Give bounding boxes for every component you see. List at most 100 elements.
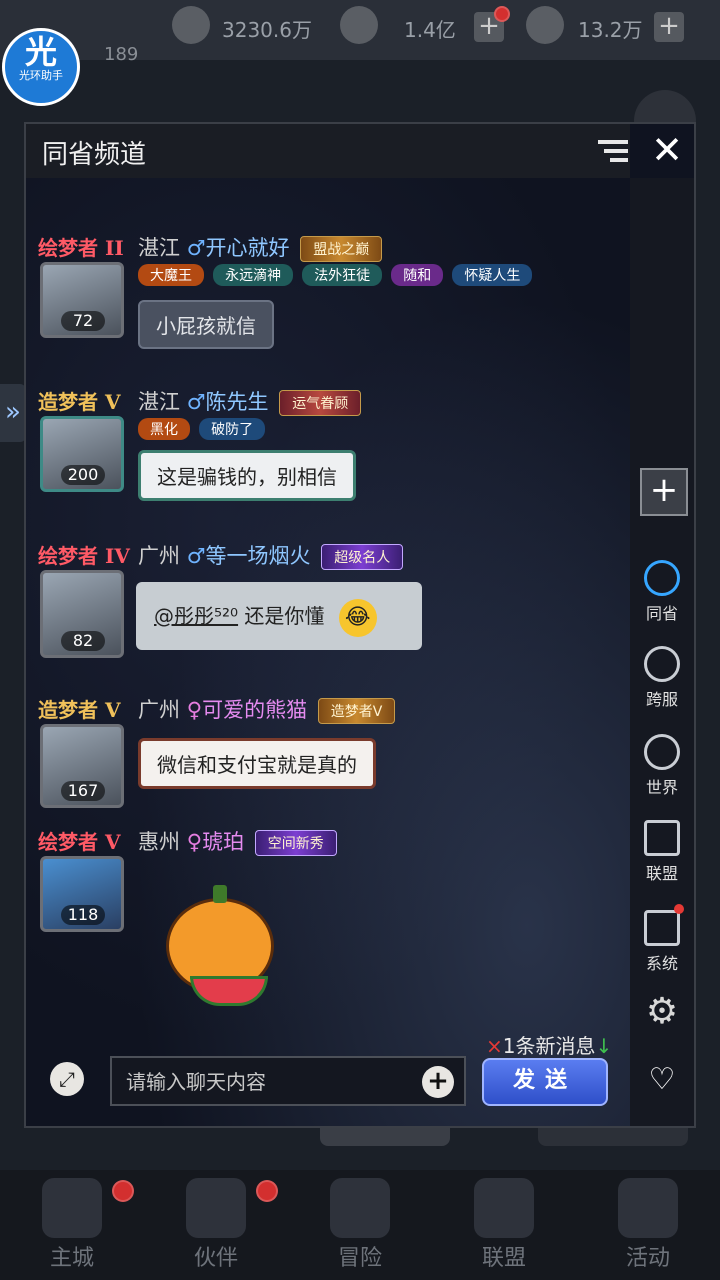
tag: 大魔王: [138, 264, 204, 286]
city: 湛江: [138, 390, 180, 414]
tag: 黑化: [138, 418, 190, 440]
tag: 破防了: [199, 418, 266, 440]
female-icon: ♀: [186, 698, 203, 722]
username[interactable]: 开心就好: [206, 236, 290, 260]
sword-icon: [172, 6, 210, 44]
username[interactable]: 可爱的熊猫: [202, 698, 307, 722]
gold-value: 1.4亿: [404, 18, 456, 42]
tab-label: 跨服: [645, 690, 678, 709]
rank-label: 绘梦者 II: [38, 236, 124, 260]
avatar-level: 167: [61, 781, 105, 801]
message-bubble[interactable]: 微信和支付宝就是真的: [138, 738, 376, 789]
add-diamond-button[interactable]: +: [654, 12, 684, 42]
avatar[interactable]: 200: [40, 416, 124, 492]
avatar[interactable]: 167: [40, 724, 124, 808]
city: 广州: [138, 544, 180, 568]
title-badge: 超级名人: [321, 544, 404, 570]
megaphone-icon: [644, 910, 680, 946]
tab-cross-server[interactable]: 跨服: [634, 646, 690, 710]
add-attachment-icon[interactable]: +: [422, 1066, 454, 1098]
notification-dot: [112, 1180, 134, 1202]
tab-label: 世界: [645, 778, 678, 797]
avatar[interactable]: 72: [40, 262, 124, 338]
tab-system[interactable]: 系统: [634, 910, 690, 974]
panel-header: 同省频道: [26, 124, 630, 178]
halo-assistant-button[interactable]: 光 光环助手: [2, 28, 80, 106]
chat-bubble-heart-icon[interactable]: ♡: [642, 1062, 682, 1098]
banner-icon: [644, 820, 680, 856]
diamond-icon: [526, 6, 564, 44]
avatar[interactable]: 82: [40, 570, 124, 658]
message-bubble[interactable]: 这是骗钱的，别相信: [138, 450, 356, 501]
sender-line: 广州 ♂等一场烟火 超级名人: [138, 540, 404, 570]
gear-icon[interactable]: ⚙: [642, 992, 682, 1032]
tab-label: 伙伴: [193, 1246, 238, 1271]
sender-line: 惠州 ♀琥珀 空间新秀: [138, 826, 337, 856]
drag-handle: [538, 1128, 688, 1146]
message-bubble[interactable]: 小屁孩就信: [138, 300, 274, 349]
tab-same-province[interactable]: 同省: [634, 560, 690, 624]
tab-events[interactable]: 活动: [576, 1170, 720, 1280]
send-button[interactable]: 发送: [482, 1058, 608, 1106]
username[interactable]: 琥珀: [202, 830, 244, 854]
castle-icon: [42, 1178, 102, 1238]
username[interactable]: 等一场烟火: [206, 544, 311, 568]
filter-menu-icon[interactable]: [598, 140, 628, 162]
location-pin-icon: [644, 560, 680, 596]
compass-rose-icon: [330, 1178, 390, 1238]
tab-label: 联盟: [481, 1246, 526, 1271]
male-icon: ♂: [186, 544, 206, 568]
planet-icon: [644, 646, 680, 682]
notification-dot: [256, 1180, 278, 1202]
title-badge: 盟战之巅: [300, 236, 383, 262]
expand-left-arrow[interactable]: »: [0, 384, 26, 442]
city: 广州: [138, 698, 180, 722]
pumpkin-sticker[interactable]: [166, 885, 276, 1010]
rank-label: 造梦者 V: [38, 698, 121, 722]
tab-label: 系统: [645, 954, 678, 973]
sender-line: 湛江 ♂陈先生 运气眷顾: [138, 386, 362, 416]
city: 湛江: [138, 236, 180, 260]
username[interactable]: 陈先生: [206, 390, 269, 414]
dismiss-icon[interactable]: ×: [486, 1034, 503, 1058]
rank-label: 绘梦者 IV: [38, 544, 130, 568]
helper-label: 光环助手: [19, 69, 63, 82]
tag: 随和: [391, 264, 444, 286]
chat-input-box: +: [110, 1056, 466, 1106]
chat-panel: 同省频道 ✕ 绘梦者 II 72 湛江 ♂开心就好 盟战之巅 大魔王 永远滴神 …: [24, 122, 696, 1128]
avatar-level: 118: [61, 905, 105, 925]
tag-list: 黑化 破防了: [138, 418, 269, 440]
tab-label: 活动: [625, 1246, 670, 1271]
avatar-level: 82: [61, 631, 105, 651]
male-icon: ♂: [186, 390, 206, 414]
close-icon[interactable]: ✕: [646, 130, 688, 172]
tab-label: 同省: [645, 604, 678, 623]
resource-bar: 3230.6万 1.4亿 + 13.2万 + 189: [0, 0, 720, 65]
gold-coin-icon: [340, 6, 378, 44]
witch-hat-icon: [186, 1178, 246, 1238]
add-channel-button[interactable]: +: [640, 468, 688, 516]
tab-world[interactable]: 世界: [634, 734, 690, 798]
chat-input[interactable]: [124, 1066, 418, 1098]
mention-link[interactable]: @彤彤⁵²⁰: [154, 604, 238, 628]
tab-adventure[interactable]: 冒险: [288, 1170, 432, 1280]
expand-icon[interactable]: ⤢: [50, 1062, 84, 1096]
tag: 法外狂徒: [302, 264, 383, 286]
tab-label: 冒险: [337, 1246, 382, 1271]
city: 惠州: [138, 830, 180, 854]
sender-line: 湛江 ♂开心就好 盟战之巅: [138, 232, 383, 262]
shield-icon: [474, 1178, 534, 1238]
new-message-indicator[interactable]: ×1条新消息↓: [486, 1030, 612, 1059]
tab-alliance[interactable]: 联盟: [634, 820, 690, 884]
tab-alliance-main[interactable]: 联盟: [432, 1170, 576, 1280]
avatar[interactable]: 118: [40, 856, 124, 932]
title-badge: 空间新秀: [254, 830, 337, 856]
new-message-text: 1条新消息: [502, 1034, 596, 1058]
cards-icon: [618, 1178, 678, 1238]
player-level: 189: [104, 44, 139, 65]
watermelon-icon: [190, 976, 268, 1006]
message-bubble[interactable]: @彤彤⁵²⁰ 还是你懂 😂: [136, 582, 422, 650]
power-value: 3230.6万: [222, 18, 312, 42]
male-icon: ♂: [186, 236, 206, 260]
tag: 怀疑人生: [452, 264, 533, 286]
